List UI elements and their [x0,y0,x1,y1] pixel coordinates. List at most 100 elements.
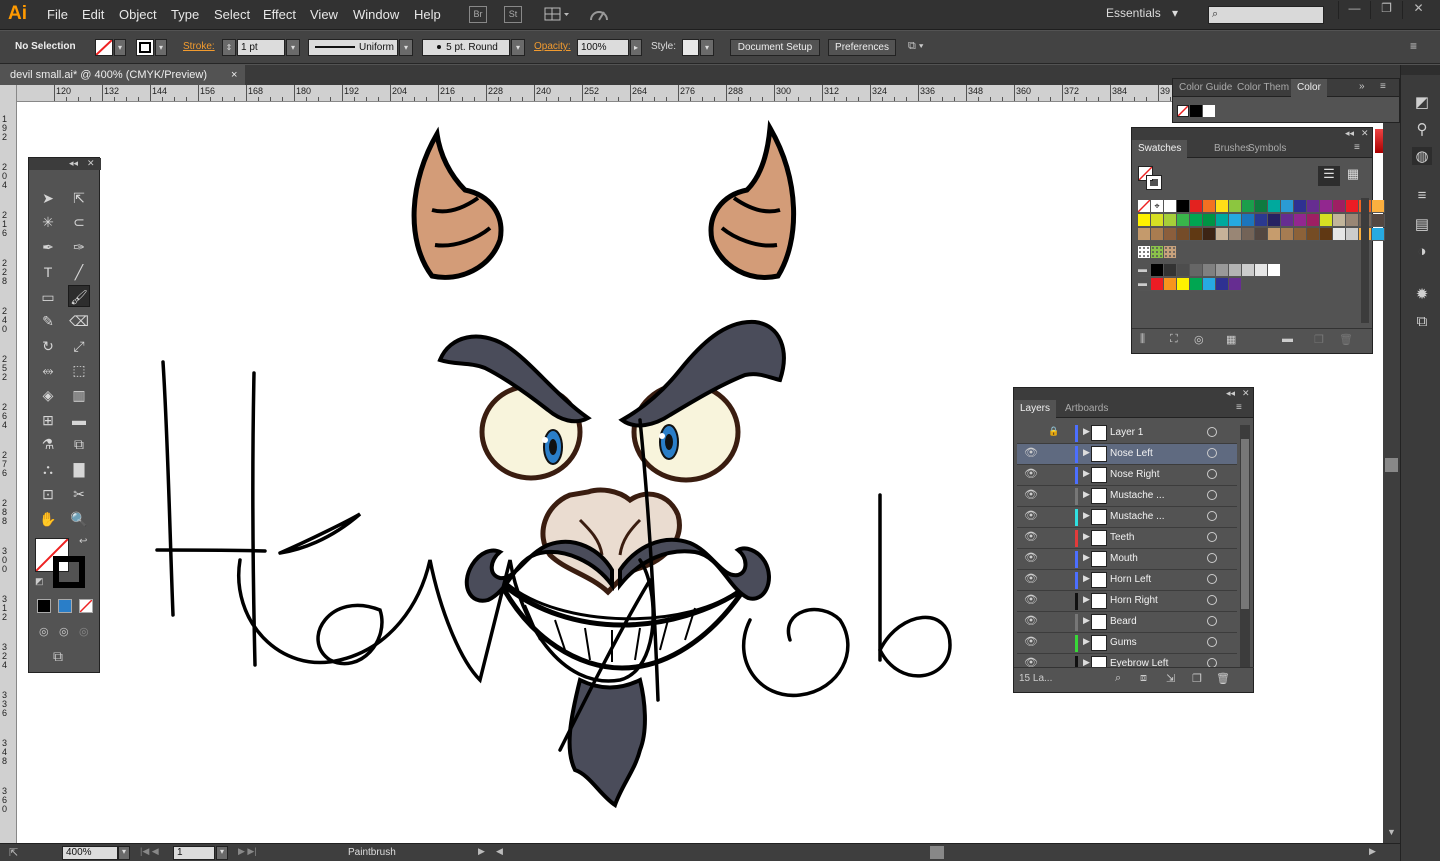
tab-swatches[interactable]: Swatches [1132,140,1188,158]
swatch[interactable] [1151,246,1164,259]
layer-row[interactable]: 👁 ▶ Eyebrow Left [1017,654,1237,667]
eraser-tool-icon[interactable]: ⌫ [68,310,90,332]
swatches-menu-icon[interactable]: ≡ [1354,142,1360,153]
stroke-color-box[interactable] [53,556,85,588]
tab-color-guide[interactable]: Color Guide [1173,79,1238,97]
rotate-tool-icon[interactable]: ↻ [37,335,59,357]
expand-arrow-icon[interactable]: ▶ [1083,510,1090,521]
swatch[interactable] [1164,200,1177,213]
paintbrush-tool-icon[interactable]: 🖌 [68,285,90,307]
document-tab[interactable]: devil small.ai* @ 400% (CMYK/Preview) × [0,65,245,85]
pencil-tool-icon[interactable]: ✎ [37,310,59,332]
layer-row[interactable]: 👁 ▶ Horn Left [1017,570,1237,591]
layer-target-icon[interactable] [1207,574,1217,584]
help-search-input[interactable]: ⌕ [1208,6,1324,24]
swatch[interactable]: ⌖ [1151,200,1164,213]
expand-arrow-icon[interactable]: ▶ [1083,636,1090,647]
appearance-panel-icon[interactable]: ✹ [1412,285,1432,303]
swatch[interactable] [1242,214,1255,227]
swatch[interactable] [1229,228,1242,241]
layer-target-icon[interactable] [1207,532,1217,542]
vertical-scroll-thumb[interactable] [1385,458,1398,472]
horizontal-ruler[interactable]: 120 132 144 156 168 180 192 204 216 228 240 252 264 2… [17,85,1172,102]
delete-swatch-icon[interactable]: 🗑 [1339,333,1353,346]
layer-row[interactable]: 👁 ▶ Mustache ... [1017,507,1237,528]
swap-fill-stroke-icon[interactable]: ↩ [79,536,87,547]
swatch[interactable] [1138,246,1151,259]
swatch[interactable] [1268,214,1281,227]
eyedropper-tool-icon[interactable]: ⚗ [37,433,59,455]
graphic-styles-icon[interactable]: ⧉ [1412,313,1432,331]
menu-select[interactable]: Select [214,7,250,22]
swatch[interactable] [1346,228,1359,241]
expand-arrow-icon[interactable]: ▶ [1083,531,1090,542]
stock-button[interactable]: St [504,6,522,23]
layers-menu-icon[interactable]: ≡ [1236,402,1242,413]
grid-view-icon[interactable]: ▦ [1342,166,1364,186]
stroke-weight-field[interactable]: 1 pt [237,39,285,56]
visibility-eye-icon[interactable]: 👁 [1024,614,1038,627]
visibility-eye-icon[interactable]: 👁 [1024,467,1038,480]
swatch[interactable] [1164,228,1177,241]
fill-stroke-indicator[interactable] [1138,166,1162,190]
artboard-dropdown[interactable]: ▾ [216,846,228,860]
swatch[interactable] [1190,278,1203,291]
swatch[interactable] [1177,228,1190,241]
gpu-performance-icon[interactable] [588,6,610,23]
swatch-options-icon[interactable]: ◎ [1194,333,1204,346]
style-dropdown[interactable]: ▾ [700,39,714,56]
horizontal-scroll-thumb[interactable] [930,846,944,859]
swatch[interactable] [1137,199,1151,213]
gradient-mode-icon[interactable] [58,599,72,613]
swatch[interactable] [1164,278,1177,291]
menu-edit[interactable]: Edit [82,7,104,22]
swatch[interactable] [1320,214,1333,227]
visibility-eye-icon[interactable]: 👁 [1024,656,1038,667]
swatch[interactable] [1203,228,1216,241]
swatch[interactable] [1177,214,1190,227]
hand-tool-icon[interactable]: ✋ [37,508,59,530]
close-panel-icon[interactable]: ✕ [1242,388,1250,399]
zoom-tool-icon[interactable]: 🔍 [68,508,90,530]
layer-row[interactable]: 🔒 ▶ Layer 1 [1017,423,1237,444]
visibility-eye-icon[interactable]: 👁 [1024,593,1038,606]
layer-target-icon[interactable] [1207,553,1217,563]
column-graph-tool-icon[interactable]: ▇ [68,458,90,480]
workspace-switcher[interactable]: Essentials ▾ [1106,6,1192,24]
swatch[interactable] [1138,228,1151,241]
expand-arrow-icon[interactable]: ▶ [1083,426,1090,437]
close-tab-icon[interactable]: × [231,65,237,85]
free-transform-tool-icon[interactable]: ⬚ [68,359,90,381]
layer-target-icon[interactable] [1207,637,1217,647]
close-panel-icon[interactable]: ✕ [1361,128,1369,139]
show-kinds-icon[interactable]: ⛶ [1170,333,1178,346]
scroll-right-icon[interactable]: ▶ [1369,846,1376,857]
swatch[interactable] [1190,264,1203,277]
symbol-sprayer-tool-icon[interactable]: ⛬ [37,458,59,480]
swatch-libraries-icon[interactable]: ⫼ [1140,333,1145,346]
swatch[interactable] [1151,264,1164,277]
stroke-dropdown[interactable]: ▾ [155,39,167,56]
swatch[interactable] [1203,214,1216,227]
panel-options-icon[interactable]: ≡ [1380,81,1386,92]
type-tool-icon[interactable]: T [37,261,59,283]
swatch[interactable] [1242,200,1255,213]
direct-selection-tool-icon[interactable]: ⇱ [68,187,90,209]
last-artboard-icon[interactable]: ▶ ▶| [238,846,257,857]
new-swatch-icon[interactable]: ❐ [1314,333,1324,346]
visibility-eye-icon[interactable]: 👁 [1024,509,1038,522]
artboard-number-field[interactable]: 1 [173,846,215,860]
swatch[interactable] [1229,264,1242,277]
swatch[interactable] [1190,228,1203,241]
artboard-tool-icon[interactable]: ⊡ [37,483,59,505]
black-swatch[interactable] [1190,105,1202,117]
layer-row[interactable]: 👁 ▶ Horn Right [1017,591,1237,612]
curvature-tool-icon[interactable]: ✑ [68,236,90,258]
opacity-field[interactable]: 100% [577,39,629,56]
artboard-navigation-icon[interactable]: ⇱ [9,846,18,859]
zoom-level-field[interactable]: 400% [62,846,118,860]
swatch[interactable] [1216,228,1229,241]
menu-file[interactable]: File [47,7,68,22]
blend-tool-icon[interactable]: ⧉ [68,433,90,455]
swatch[interactable] [1294,228,1307,241]
